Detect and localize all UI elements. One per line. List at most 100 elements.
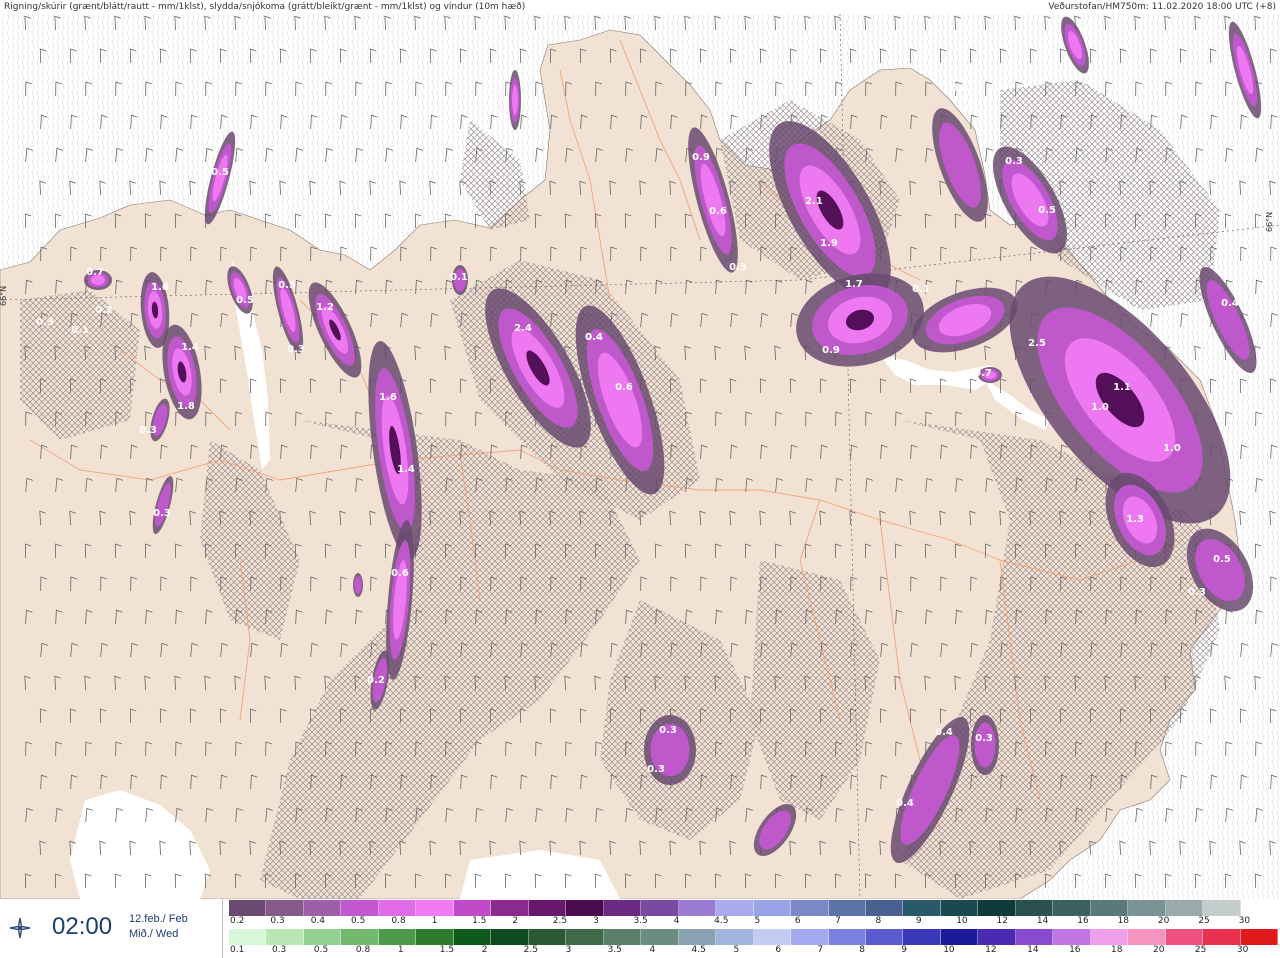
precip-value-label: 0.7	[86, 267, 104, 278]
snow-scale-tick-label: 2.5	[552, 916, 568, 926]
rain-scale-tick-label: 16	[1069, 945, 1081, 955]
precip-value-label: 1.4	[397, 464, 415, 475]
precip-value-label: 0.7	[974, 368, 992, 379]
snow-scale-swatch	[903, 900, 941, 916]
rain-scale-tick-label: 0.3	[271, 945, 287, 955]
snow-scale-swatch	[528, 900, 567, 916]
rain-scale-tick-label: 8	[859, 945, 866, 955]
precip-value-label: 1.4	[181, 342, 199, 353]
rain-scale-tick-label: 14	[1027, 945, 1039, 955]
snow-scale-swatch	[1128, 900, 1166, 916]
precip-value-label: 0.5	[1038, 205, 1056, 216]
precip-value-label: 1.3	[1126, 514, 1144, 525]
rain-scale-swatch	[266, 929, 304, 945]
rain-color-scale: 0.1 0.3 0.5 0.8 1 1.5 2 2.5 3 3.5 4 4.5 5 6 7 8 9 10 12 14 1…	[229, 929, 1279, 957]
rain-scale-swatch	[903, 929, 941, 945]
rain-scale-swatch	[940, 929, 979, 945]
rain-scale-swatch	[491, 929, 529, 945]
precip-value-label: 0.4	[935, 727, 953, 738]
snow-scale-swatch	[416, 900, 454, 916]
rain-scale-tick-label: 7	[817, 945, 824, 955]
rain-scale-swatch	[603, 929, 642, 945]
precip-value-label: 0.3	[153, 508, 171, 519]
rain-scale-tick-label: 2.5	[523, 945, 538, 955]
rain-scale-tick-label: 10	[943, 945, 955, 955]
precip-value-label: 0.3	[647, 764, 665, 775]
snow-scale-swatch	[1203, 900, 1241, 916]
snow-scale-tick-label: 25	[1198, 916, 1210, 926]
snow-band	[354, 576, 362, 594]
precip-value-label: 1.2	[316, 302, 334, 313]
precip-value-label: 0.5	[278, 280, 296, 291]
snow-scale-tick-label: 4.5	[714, 916, 729, 926]
precip-value-label: 0.1	[912, 284, 930, 295]
precip-value-label: 0.3	[729, 262, 747, 273]
snow-scale-tick-label: 14	[1036, 916, 1049, 926]
precip-value-label: 0.5	[236, 295, 254, 306]
valid-weekday: Mið./ Wed	[129, 928, 179, 940]
precip-value-label: 0.1	[71, 325, 89, 336]
rain-scale-tick-label: 18	[1111, 945, 1123, 955]
rain-scale-swatch	[416, 929, 454, 945]
snow-color-bar	[229, 900, 1279, 916]
snow-scale-tick-label: 1.5	[472, 916, 487, 926]
snow-scale-swatch	[716, 900, 754, 916]
precip-value-label: 0.6	[615, 382, 633, 393]
precip-value-label: 0.2	[367, 675, 385, 686]
precip-value-label: 0.3	[36, 317, 54, 328]
snow-scale-swatch	[491, 900, 529, 916]
rain-scale-swatch	[566, 929, 604, 945]
snow-scale-swatch	[566, 900, 604, 916]
rain-scale-tick-label: 4	[649, 945, 656, 955]
rain-scale-swatch	[1015, 929, 1054, 945]
latitude-label-left: 66°N	[0, 286, 8, 306]
precip-value-label: 0.3	[659, 725, 677, 736]
snow-scale-tick-label: 4	[673, 916, 680, 926]
snow-scale-tick-label: 0.2	[230, 916, 245, 926]
rain-scale-tick-label: 25	[1194, 945, 1207, 955]
snow-scale-tick-label: 3.5	[633, 916, 648, 926]
rain-scale-swatch	[978, 929, 1016, 945]
rain-scale-swatch	[828, 929, 866, 945]
rain-scale-swatch	[1090, 929, 1129, 945]
rain-scale-swatch	[1053, 929, 1091, 945]
map-header: Rigning/skúrir (grænt/blátt/rautt - mm/1…	[0, 0, 1280, 14]
rain-scale-swatch	[678, 929, 717, 945]
precip-value-label: 1.8	[177, 401, 195, 412]
snow-scale-swatch	[1165, 900, 1204, 916]
snow-scale-swatch	[229, 900, 267, 916]
snow-scale-tick-label: 1	[431, 916, 438, 926]
map-title: Rigning/skúrir (grænt/blátt/rautt - mm/1…	[4, 2, 526, 12]
rain-scale-swatch	[753, 929, 792, 945]
rain-scale-swatch	[641, 929, 679, 945]
valid-time: 02:00	[52, 913, 113, 940]
precip-value-label: 1.6	[151, 282, 169, 293]
snow-scale-tick-label: 20	[1157, 916, 1170, 926]
snow-band	[974, 722, 996, 768]
rain-scale-tick-label: 0.5	[313, 945, 329, 955]
snow-scale-swatch	[341, 900, 379, 916]
precip-value-label: 1.7	[845, 279, 863, 290]
rain-scale-tick-label: 12	[985, 945, 997, 955]
rain-scale-tick-label: 9	[901, 945, 907, 955]
precip-value-label: 0.9	[822, 345, 840, 356]
precip-value-label: 0.3	[975, 733, 993, 744]
rain-scale-swatch	[1240, 929, 1279, 945]
snow-scale-swatch	[266, 900, 304, 916]
snow-band	[512, 85, 518, 115]
precip-value-label: 0.4	[585, 332, 603, 343]
latitude-label-right: 66°N	[1265, 212, 1274, 232]
precip-value-label: 0.6	[391, 568, 409, 579]
precip-value-label: 0.5	[1213, 554, 1231, 565]
precip-value-label: 2.4	[514, 323, 532, 334]
precip-value-label: 0.2	[95, 305, 113, 316]
precip-value-label: 0.3	[1005, 156, 1023, 167]
snow-scale-swatch	[791, 900, 829, 916]
snow-scale-tick-label: 8	[875, 916, 882, 926]
rain-scale-swatch	[303, 929, 342, 945]
precip-value-label: 0.9	[692, 152, 710, 163]
snow-scale-swatch	[1090, 900, 1129, 916]
rain-scale-tick-label: 3	[565, 945, 572, 955]
snow-scale-swatch	[978, 900, 1016, 916]
rain-scale-tick-label: 0.8	[355, 945, 371, 955]
